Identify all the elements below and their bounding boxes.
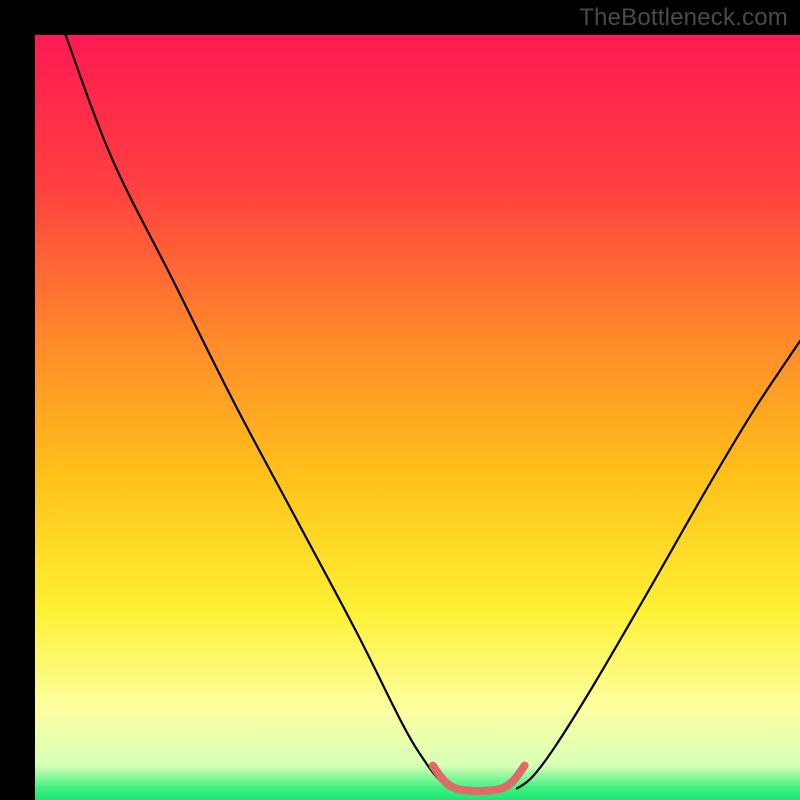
plot-background — [35, 35, 800, 800]
chart-frame: TheBottleneck.com — [0, 0, 800, 800]
watermark-text: TheBottleneck.com — [579, 4, 788, 32]
bottleneck-chart — [0, 0, 800, 800]
